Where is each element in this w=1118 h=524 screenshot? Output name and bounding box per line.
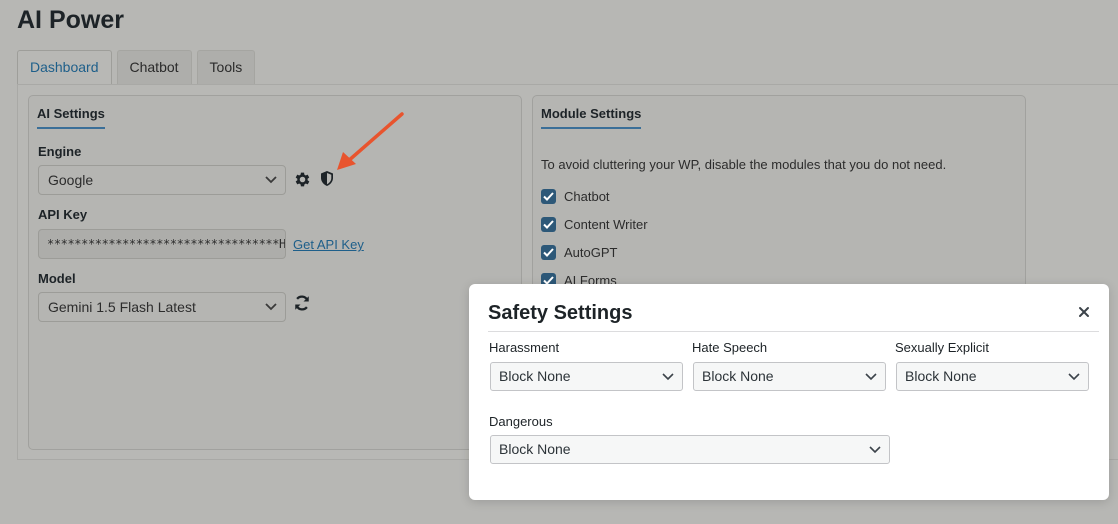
model-label: Model: [38, 271, 76, 286]
modal-title: Safety Settings: [488, 302, 633, 324]
checkbox-checked-icon[interactable]: [541, 245, 556, 260]
module-item[interactable]: Chatbot: [541, 189, 610, 204]
engine-label: Engine: [38, 144, 82, 159]
harassment-label: Harassment: [489, 340, 560, 355]
model-select[interactable]: Gemini 1.5 Flash Latest: [38, 292, 286, 322]
chevron-down-icon: [869, 446, 881, 454]
api-key-input[interactable]: **********************************H: [38, 229, 286, 259]
dangerous-select-value: Block None: [499, 441, 571, 457]
dangerous-label: Dangerous: [489, 414, 553, 429]
ai-settings-title: AI Settings: [37, 106, 105, 129]
api-key-label: API Key: [38, 207, 88, 222]
hate-speech-select[interactable]: Block None: [693, 362, 886, 391]
chevron-down-icon: [265, 303, 277, 311]
hate-speech-label: Hate Speech: [692, 340, 768, 355]
module-label: Content Writer: [564, 217, 648, 232]
tab-tools[interactable]: Tools: [196, 50, 256, 84]
page-title: AI Power: [17, 6, 124, 34]
sexually-explicit-select[interactable]: Block None: [896, 362, 1089, 391]
engine-select-value: Google: [48, 172, 94, 188]
tab-dashboard[interactable]: Dashboard: [17, 50, 112, 85]
module-item[interactable]: Content Writer: [541, 217, 648, 232]
get-api-key-link[interactable]: Get API Key: [293, 237, 364, 252]
module-settings-title: Module Settings: [541, 106, 642, 129]
tab-bar: Dashboard Chatbot Tools: [17, 50, 256, 85]
annotation-arrow-icon: [337, 112, 404, 170]
chevron-down-icon: [865, 373, 877, 381]
model-select-value: Gemini 1.5 Flash Latest: [48, 299, 196, 315]
refresh-icon[interactable]: [293, 294, 311, 312]
module-label: AutoGPT: [564, 245, 618, 260]
module-item[interactable]: AutoGPT: [541, 245, 617, 260]
dangerous-select[interactable]: Block None: [490, 435, 890, 464]
close-icon[interactable]: [1077, 305, 1091, 319]
sexually-explicit-select-value: Block None: [905, 368, 977, 384]
harassment-select-value: Block None: [499, 368, 571, 384]
ai-settings-card: AI Settings Engine Google API Key ******…: [28, 95, 522, 450]
module-settings-description: To avoid cluttering your WP, disable the…: [541, 157, 947, 172]
tab-chatbot[interactable]: Chatbot: [116, 50, 192, 84]
engine-select[interactable]: Google: [38, 165, 286, 195]
sexually-explicit-label: Sexually Explicit: [895, 340, 989, 355]
checkbox-checked-icon[interactable]: [541, 189, 556, 204]
checkbox-checked-icon[interactable]: [541, 217, 556, 232]
module-label: Chatbot: [564, 189, 610, 204]
harassment-select[interactable]: Block None: [490, 362, 683, 391]
chevron-down-icon: [662, 373, 674, 381]
gear-icon[interactable]: [293, 170, 312, 189]
hate-speech-select-value: Block None: [702, 368, 774, 384]
safety-settings-modal: Safety Settings Harassment Block None Ha…: [469, 284, 1109, 500]
chevron-down-icon: [1068, 373, 1080, 381]
chevron-down-icon: [265, 176, 277, 184]
modal-divider: [488, 331, 1099, 332]
